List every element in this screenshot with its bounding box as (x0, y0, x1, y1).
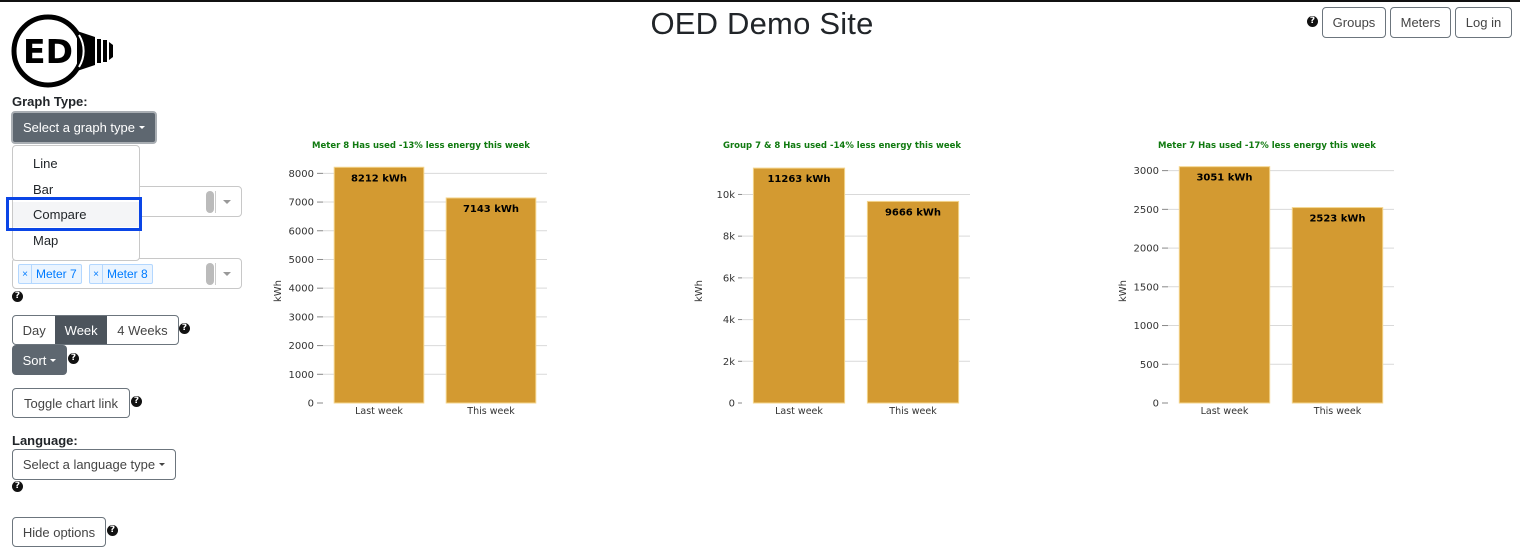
x-tick-label: Last week (355, 406, 403, 417)
help-icon[interactable]: ? (12, 291, 23, 302)
bar-last-week[interactable] (333, 166, 425, 404)
y-tick-label: 8k (723, 232, 735, 243)
bar-data-label: 2523 kWh (1309, 214, 1365, 225)
sort-dropdown[interactable]: Sort (12, 345, 67, 375)
y-tick-label: 1000 (289, 370, 314, 381)
help-icon[interactable]: ? (68, 353, 79, 364)
meters-select[interactable]: × Meter 7 × Meter 8 (12, 258, 242, 289)
y-tick-label: 4000 (289, 284, 314, 295)
select-separator (215, 191, 216, 213)
y-axis-label: kWh (694, 280, 705, 302)
x-tick-label: This week (888, 406, 937, 417)
meters-button[interactable]: Meters (1390, 7, 1451, 38)
highlight-box (6, 197, 142, 231)
compare-chart-meter-8: Meter 8 Has used -13% less energy this w… (273, 141, 547, 417)
y-tick-label: 4k (723, 315, 735, 326)
hide-options-button[interactable]: Hide options (12, 517, 106, 547)
time-interval-group: Day Week 4 Weeks (12, 315, 179, 345)
bar-last-week[interactable] (752, 167, 846, 404)
chevron-down-icon[interactable] (223, 272, 231, 276)
scrollbar[interactable] (206, 263, 214, 285)
bar-data-label: 7143 kWh (463, 204, 519, 215)
meter-tag[interactable]: × Meter 8 (89, 264, 153, 284)
remove-tag-icon[interactable]: × (90, 265, 103, 283)
chart-title: Meter 8 Has used -13% less energy this w… (312, 141, 530, 151)
y-tick-label: 500 (1140, 360, 1159, 371)
y-tick-label: 6k (723, 273, 735, 284)
y-tick-label: 3000 (289, 312, 314, 323)
help-icon[interactable]: ? (107, 525, 118, 536)
bar-this-week[interactable] (445, 197, 537, 404)
y-tick-label: 2000 (1134, 244, 1159, 255)
y-tick-label: 2500 (1134, 205, 1159, 216)
help-icon[interactable]: ? (179, 323, 190, 334)
y-tick-label: 5000 (289, 255, 314, 266)
interval-week-button[interactable]: Week (55, 316, 107, 344)
y-tick-label: 8000 (289, 169, 314, 180)
sort-label: Sort (22, 352, 47, 368)
caret-down-icon (159, 463, 166, 466)
y-tick-label: 10k (716, 190, 735, 201)
y-tick-label: 6000 (289, 226, 314, 237)
menu-item-line[interactable]: Line (13, 151, 139, 176)
meter-tag-label: Meter 7 (36, 267, 77, 281)
bar-data-label: 8212 kWh (351, 173, 407, 184)
remove-tag-icon[interactable]: × (19, 265, 32, 283)
interval-4weeks-button[interactable]: 4 Weeks (107, 316, 178, 344)
bar-data-label: 11263 kWh (767, 174, 830, 185)
y-tick-label: 2000 (289, 341, 314, 352)
language-dropdown-label: Select a language type (22, 457, 156, 472)
help-icon[interactable]: ? (12, 481, 23, 492)
caret-down-icon (50, 358, 57, 362)
graph-type-dropdown-label: Select a graph type (22, 120, 136, 135)
select-separator (215, 263, 216, 285)
language-label: Language: (12, 433, 78, 448)
page-title: OED Demo Site (650, 6, 874, 41)
y-tick-label: 0 (729, 399, 735, 410)
bar-this-week[interactable] (1291, 207, 1384, 404)
x-tick-label: Last week (775, 406, 823, 417)
y-tick-label: 1000 (1134, 321, 1159, 332)
chart-title: Meter 7 Has used -17% less energy this w… (1158, 141, 1376, 151)
bar-data-label: 9666 kWh (885, 207, 941, 218)
y-tick-label: 2k (723, 357, 735, 368)
chevron-down-icon[interactable] (223, 200, 231, 204)
y-tick-label: 3000 (1134, 166, 1159, 177)
interval-day-button[interactable]: Day (13, 316, 55, 344)
y-tick-label: 7000 (289, 198, 314, 209)
caret-down-icon (139, 126, 146, 129)
chart-title: Group 7 & 8 Has used -14% less energy th… (723, 141, 961, 151)
compare-chart-group-7-8: Group 7 & 8 Has used -14% less energy th… (694, 141, 970, 417)
scrollbar[interactable] (206, 191, 214, 213)
language-dropdown[interactable]: Select a language type (12, 449, 176, 480)
graph-type-dropdown[interactable]: Select a graph type (11, 111, 157, 144)
help-icon[interactable]: ? (1307, 16, 1318, 27)
menu-item-map[interactable]: Map (13, 228, 139, 253)
compare-chart-meter-7: Meter 7 Has used -17% less energy this w… (1118, 141, 1394, 417)
meter-tag-label: Meter 8 (107, 267, 148, 281)
bar-this-week[interactable] (866, 200, 960, 404)
y-tick-label: 0 (1153, 399, 1159, 410)
meter-tag[interactable]: × Meter 7 (18, 264, 82, 284)
help-icon[interactable]: ? (131, 396, 142, 407)
groups-button[interactable]: Groups (1322, 7, 1386, 38)
y-tick-label: 0 (308, 399, 314, 410)
x-tick-label: This week (1313, 406, 1362, 417)
graph-type-label: Graph Type: (12, 94, 88, 109)
toggle-chart-link-button[interactable]: Toggle chart link (12, 388, 130, 418)
y-axis-label: kWh (273, 280, 284, 302)
y-tick-label: 1500 (1134, 282, 1159, 293)
y-axis-label: kWh (1118, 280, 1129, 302)
x-tick-label: Last week (1201, 406, 1249, 417)
login-button[interactable]: Log in (1455, 7, 1512, 38)
bar-data-label: 3051 kWh (1196, 173, 1252, 184)
x-tick-label: This week (466, 406, 515, 417)
bar-last-week[interactable] (1178, 166, 1271, 404)
